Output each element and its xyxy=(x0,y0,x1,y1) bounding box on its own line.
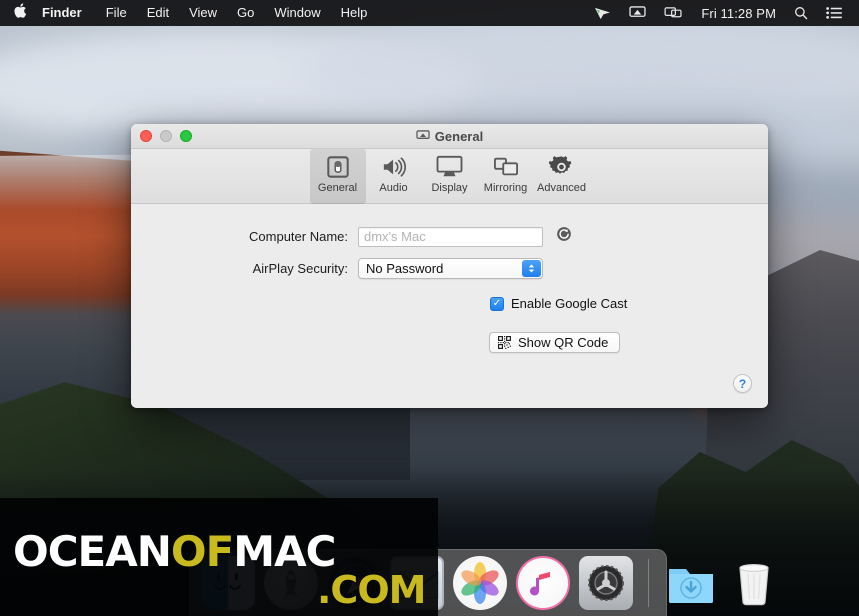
menu-item-edit[interactable]: Edit xyxy=(137,0,179,26)
chevron-updown-icon[interactable] xyxy=(522,260,541,277)
computer-name-row: Computer Name: dmx's Mac xyxy=(131,226,768,247)
google-cast-row: ✓ Enable Google Cast xyxy=(131,296,768,311)
google-cast-checkbox-wrap[interactable]: ✓ Enable Google Cast xyxy=(131,296,627,311)
dock-item-downloads[interactable] xyxy=(664,556,718,610)
toolbar-tab-mirroring-label: Mirroring xyxy=(483,182,528,194)
qr-code-icon xyxy=(498,336,511,349)
general-switch-icon xyxy=(326,154,350,180)
airplay-preferences-window: General General Audio Display Mirroring … xyxy=(131,124,768,408)
show-qr-code-button[interactable]: Show QR Code xyxy=(489,332,621,353)
gear-icon xyxy=(549,154,574,180)
airplay-security-value: No Password xyxy=(366,261,444,276)
toolbar-tab-general[interactable]: General xyxy=(309,149,366,204)
watermark-part-ocean: OCEAN xyxy=(13,527,172,576)
toolbar-tab-display-label: Display xyxy=(431,182,468,194)
dock-separator xyxy=(648,559,649,607)
toolbar-tab-audio-label: Audio xyxy=(379,182,408,194)
dock-item-itunes[interactable] xyxy=(516,556,570,610)
menu-item-help[interactable]: Help xyxy=(331,0,378,26)
window-title-bar[interactable]: General xyxy=(131,124,768,149)
show-qr-code-label: Show QR Code xyxy=(518,335,609,350)
dock-item-photos[interactable] xyxy=(453,556,507,610)
toolbar-tab-display[interactable]: Display xyxy=(422,149,478,204)
menu-bar-clock[interactable]: Fri 11:28 PM xyxy=(692,6,785,21)
general-settings-panel: Computer Name: dmx's Mac AirPlay Securit… xyxy=(131,204,768,407)
menu-item-go[interactable]: Go xyxy=(227,0,264,26)
dock-item-trash[interactable] xyxy=(727,556,781,610)
watermark-title: OCEANOFMAC xyxy=(13,527,336,576)
help-button[interactable]: ? xyxy=(733,374,752,393)
search-icon[interactable] xyxy=(785,6,817,20)
airplay-security-label: AirPlay Security: xyxy=(252,261,348,276)
screen-mirroring-icon[interactable] xyxy=(655,6,692,20)
notification-center-icon[interactable] xyxy=(817,7,851,19)
watermark-domain: .COM xyxy=(317,568,426,612)
qr-button-wrap: Show QR Code xyxy=(131,332,621,354)
airplay-icon xyxy=(416,130,430,142)
airplay-icon[interactable] xyxy=(620,6,655,20)
airplay-security-select[interactable]: No Password xyxy=(358,258,543,279)
speaker-icon xyxy=(381,154,407,180)
window-toolbar: General Audio Display Mirroring Advanced xyxy=(131,149,768,204)
window-title: General xyxy=(131,129,768,144)
menu-item-view[interactable]: View xyxy=(179,0,227,26)
display-monitor-icon xyxy=(436,154,463,180)
window-title-text: General xyxy=(434,128,484,144)
toolbar-tab-advanced[interactable]: Advanced xyxy=(534,149,590,204)
computer-name-input[interactable]: dmx's Mac xyxy=(358,226,543,247)
google-cast-label: Enable Google Cast xyxy=(511,296,628,311)
dock-item-system-preferences[interactable] xyxy=(579,556,633,610)
toolbar-tab-audio[interactable]: Audio xyxy=(366,149,422,204)
qr-button-row: Show QR Code xyxy=(131,332,768,354)
menu-item-finder[interactable]: Finder xyxy=(40,0,96,26)
menu-item-file[interactable]: File xyxy=(96,0,137,26)
google-cast-checkbox[interactable]: ✓ xyxy=(490,296,504,311)
toolbar-tab-mirroring[interactable]: Mirroring xyxy=(478,149,534,204)
apple-icon[interactable] xyxy=(0,3,40,21)
airplay-security-row: AirPlay Security: No Password xyxy=(131,258,768,279)
mirroring-windows-icon xyxy=(493,154,519,180)
toolbar-tab-advanced-label: Advanced xyxy=(537,182,586,194)
location-arrow-icon[interactable] xyxy=(585,6,620,20)
menu-item-window[interactable]: Window xyxy=(264,0,330,26)
computer-name-label: Computer Name: xyxy=(249,229,348,244)
menu-bar-status-area: Fri 11:28 PM xyxy=(585,6,859,21)
menu-bar: Finder File Edit View Go Window Help Fri… xyxy=(0,0,859,26)
refresh-icon[interactable] xyxy=(556,226,572,247)
watermark-part-of: OF xyxy=(170,527,234,576)
toolbar-tab-general-label: General xyxy=(317,182,358,194)
